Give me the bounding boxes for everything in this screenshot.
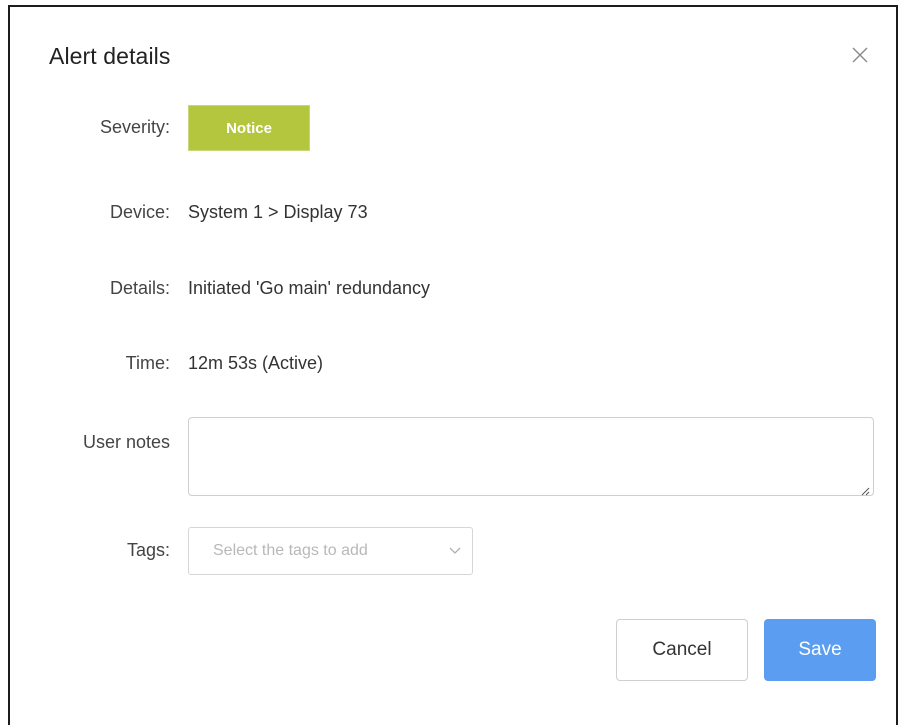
tags-select[interactable]: Select the tags to add xyxy=(188,527,473,575)
details-value: Initiated 'Go main' redundancy xyxy=(188,278,431,298)
resize-handle-icon[interactable] xyxy=(860,483,870,496)
device-value: System 1 > Display 73 xyxy=(188,202,368,222)
cancel-button[interactable]: Cancel xyxy=(616,619,748,681)
tags-label: Tags: xyxy=(126,540,170,560)
user-notes-input[interactable] xyxy=(188,417,874,496)
tags-placeholder: Select the tags to add xyxy=(213,542,368,559)
severity-badge: Notice xyxy=(188,105,310,151)
user-notes-label: User notes xyxy=(82,432,170,452)
device-label: Device: xyxy=(109,202,170,222)
save-button[interactable]: Save xyxy=(764,619,876,681)
chevron-down-icon[interactable] xyxy=(448,544,462,558)
alert-details-dialog: Alert details Severity: Notice Device: S… xyxy=(8,5,898,725)
time-label: Time: xyxy=(125,353,170,373)
severity-label: Severity: xyxy=(99,117,170,137)
details-label: Details: xyxy=(109,278,170,298)
time-value: 12m 53s (Active) xyxy=(188,353,324,373)
dialog-title: Alert details xyxy=(49,43,171,69)
close-icon[interactable] xyxy=(848,43,872,67)
